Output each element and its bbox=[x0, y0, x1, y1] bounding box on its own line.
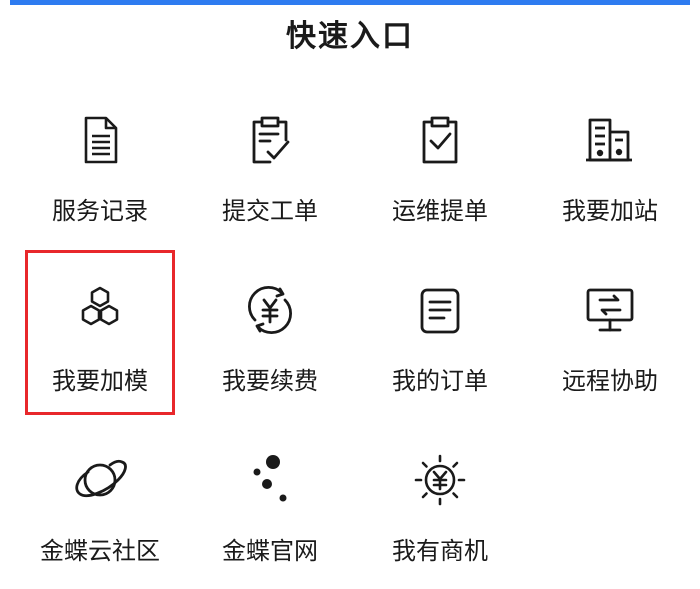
quick-entry-my-orders[interactable]: 我的订单 bbox=[355, 260, 525, 410]
quick-entry-add-site[interactable]: 我要加站 bbox=[525, 90, 695, 240]
tile-label: 远程协助 bbox=[562, 367, 658, 395]
tile-label: 金蝶官网 bbox=[222, 537, 318, 565]
quick-entry-business-opportunity[interactable]: 我有商机 bbox=[355, 430, 525, 580]
tile-label: 我有商机 bbox=[392, 537, 488, 565]
quick-entry-service-records[interactable]: 服务记录 bbox=[15, 90, 185, 240]
quick-entry-add-module[interactable]: 我要加模 bbox=[15, 260, 185, 410]
tile-label: 运维提单 bbox=[392, 197, 488, 225]
top-accent-bar bbox=[10, 0, 690, 5]
remote-monitor-icon bbox=[580, 280, 640, 340]
yen-sun-icon bbox=[410, 450, 470, 510]
quick-entry-kingdee-website[interactable]: 金蝶官网 bbox=[185, 430, 355, 580]
tile-label: 我要续费 bbox=[222, 367, 318, 395]
yen-refresh-icon bbox=[240, 280, 300, 340]
quick-entry-ops-ticket[interactable]: 运维提单 bbox=[355, 90, 525, 240]
tile-label: 提交工单 bbox=[222, 197, 318, 225]
clipboard-edit-icon bbox=[240, 110, 300, 170]
tile-label: 我的订单 bbox=[392, 367, 488, 395]
quick-entry-renewal[interactable]: 我要续费 bbox=[185, 260, 355, 410]
dots-icon bbox=[240, 450, 300, 510]
clipboard-check-icon bbox=[410, 110, 470, 170]
planet-icon bbox=[70, 450, 130, 510]
document-icon bbox=[70, 110, 130, 170]
hexagons-icon bbox=[70, 280, 130, 340]
tile-label: 我要加模 bbox=[52, 367, 148, 395]
tile-label: 金蝶云社区 bbox=[40, 537, 160, 565]
page-title: 快速入口 bbox=[286, 19, 414, 54]
quick-entry-remote-assist[interactable]: 远程协助 bbox=[525, 260, 695, 410]
tile-label: 服务记录 bbox=[52, 197, 148, 225]
buildings-icon bbox=[580, 110, 640, 170]
quick-entry-kingdee-community[interactable]: 金蝶云社区 bbox=[15, 430, 185, 580]
quick-entry-submit-ticket[interactable]: 提交工单 bbox=[185, 90, 355, 240]
order-list-icon bbox=[410, 280, 470, 340]
tile-label: 我要加站 bbox=[562, 197, 658, 225]
